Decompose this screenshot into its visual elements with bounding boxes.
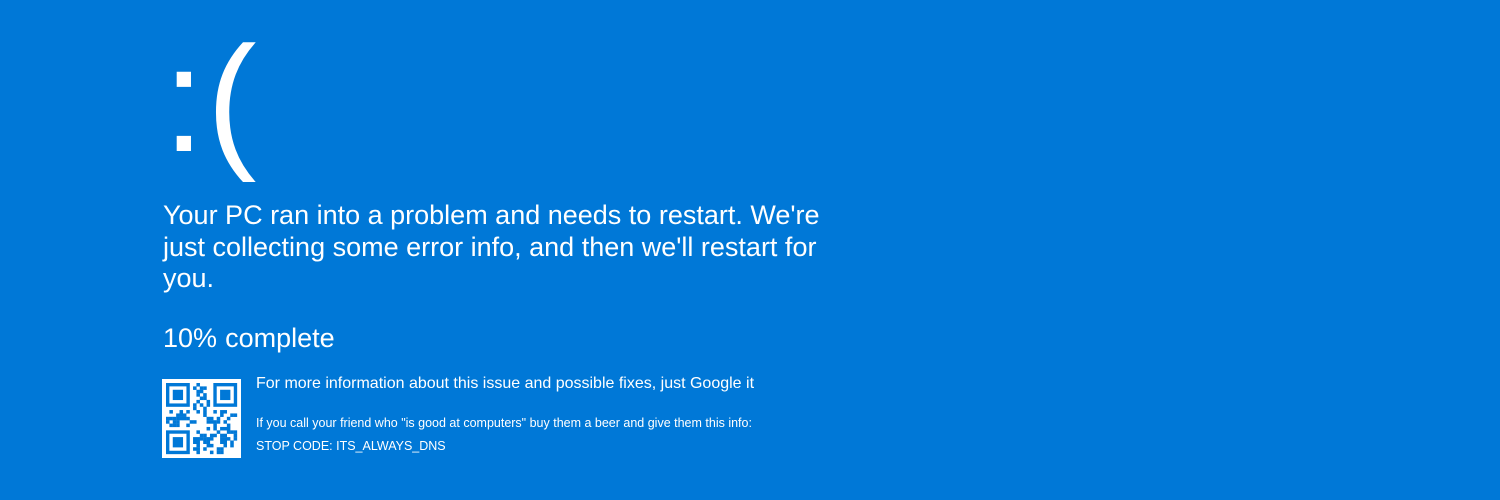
friend-info-text: If you call your friend who "is good at …	[256, 416, 752, 430]
more-info-text: For more information about this issue an…	[256, 375, 755, 392]
progress-percent: 10%	[163, 323, 218, 353]
qr-code-icon	[162, 379, 241, 458]
progress-label: complete	[225, 323, 335, 353]
progress-status: 10% complete	[163, 321, 335, 355]
blue-screen-of-death: :( Your PC ran into a problem and needs …	[0, 0, 1500, 500]
sad-face-emoticon: :(	[163, 15, 259, 183]
qr-code-graphic	[166, 383, 238, 455]
error-message: Your PC ran into a problem and needs to …	[163, 200, 820, 293]
stop-code: STOP CODE: ITS_ALWAYS_DNS	[256, 439, 446, 453]
